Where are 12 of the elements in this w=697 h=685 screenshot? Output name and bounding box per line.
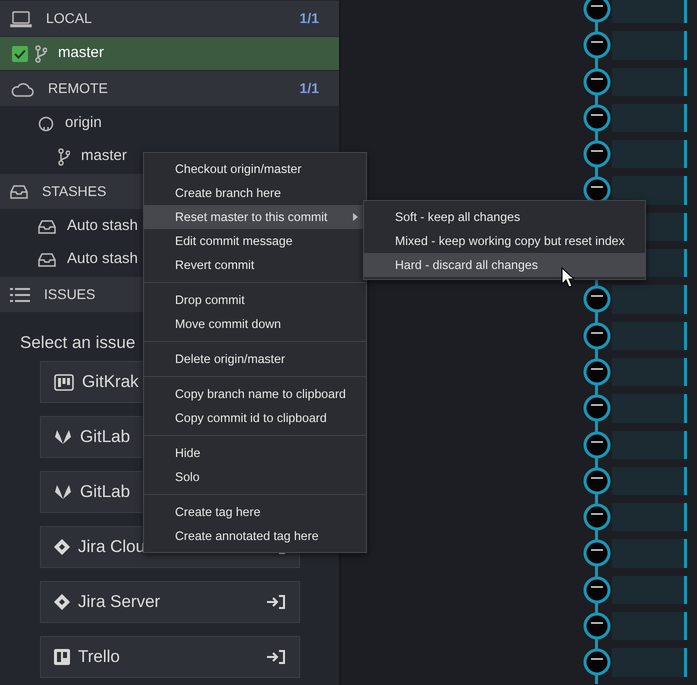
branch-label: origin — [65, 113, 102, 134]
section-title: ISSUES — [44, 285, 96, 304]
branch-label: master — [58, 43, 104, 64]
issue-prompt: Select an issue — [20, 332, 136, 354]
branch-label: master — [81, 146, 127, 166]
section-title: LOCAL — [46, 9, 92, 28]
branch-count: 1/1 — [300, 9, 319, 28]
branch-label: Auto stash — [67, 216, 138, 236]
branch-count: 1/1 — [300, 79, 319, 98]
section-title: STASHES — [42, 182, 106, 201]
section-title: REMOTE — [48, 79, 108, 98]
branch-label: Auto stash — [67, 249, 138, 270]
